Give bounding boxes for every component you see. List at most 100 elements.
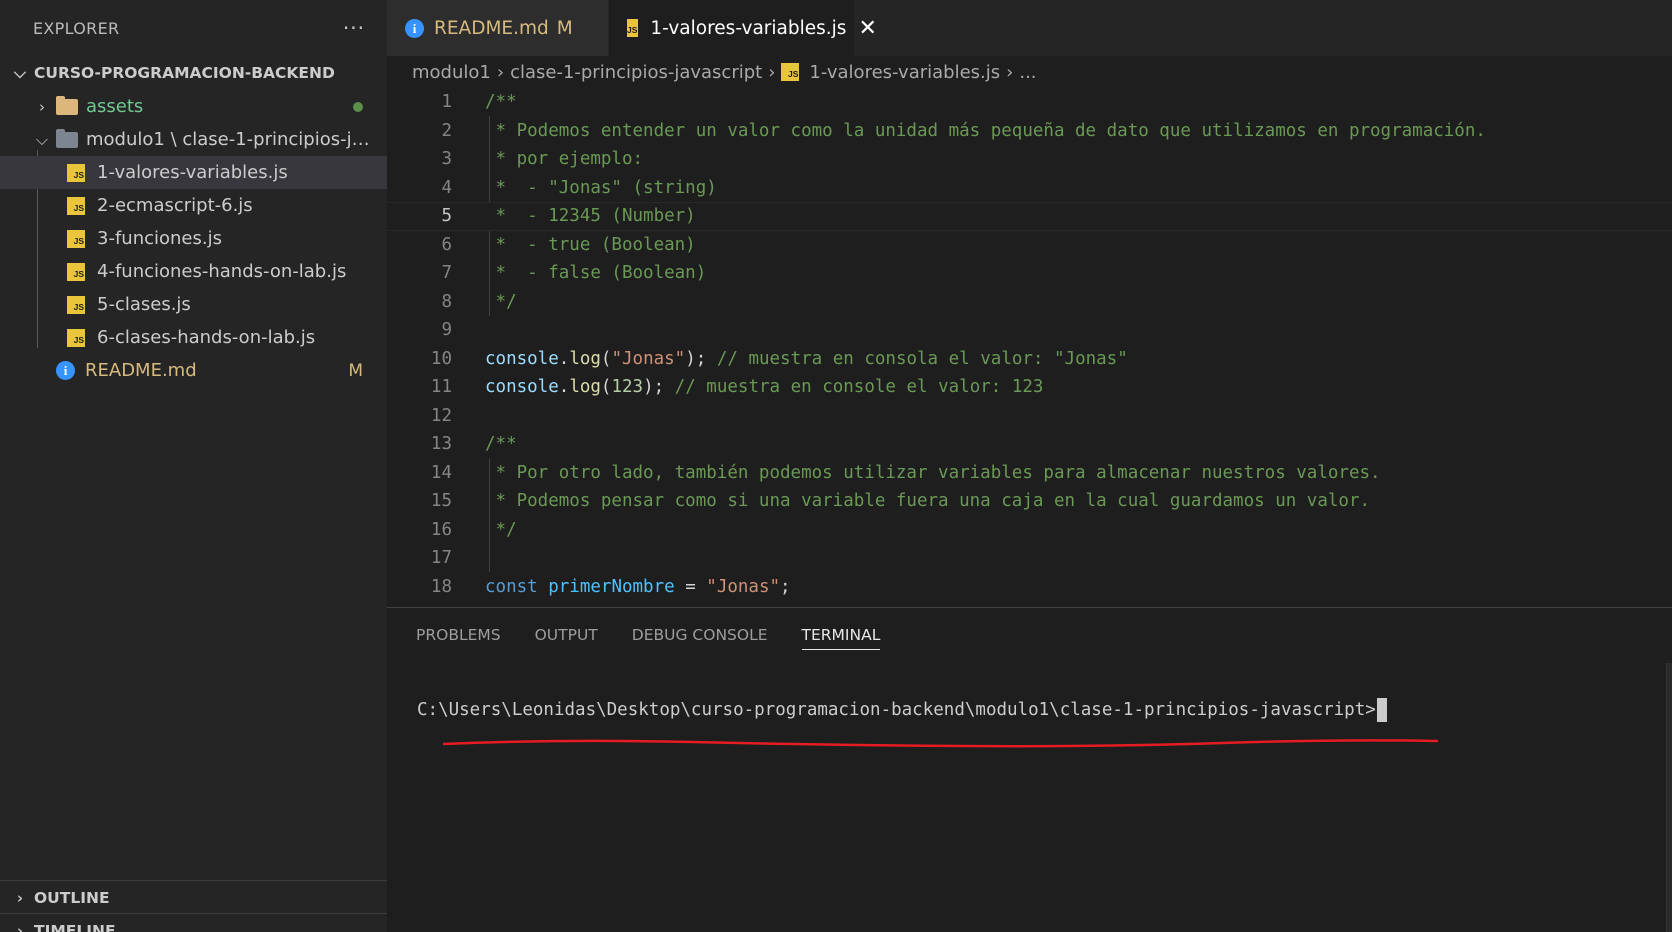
chevron-right-icon: › (16, 888, 24, 907)
timeline-section-header[interactable]: › TIMELINE (0, 913, 387, 932)
code-token: ; (780, 576, 791, 597)
code-line[interactable]: 12 (387, 402, 1672, 431)
code-line[interactable]: 15 * Podemos pensar como si una variable… (387, 487, 1672, 516)
code-text: * Podemos entender un valor como la unid… (485, 121, 1486, 141)
chevron-right-icon: › (768, 61, 776, 83)
code-token: console (485, 377, 559, 398)
code-token: // muestra en consola el valor: "Jonas" (716, 348, 1128, 369)
code-line[interactable]: 16 */ (387, 516, 1672, 545)
terminal[interactable]: C:\Users\Leonidas\Desktop\curso-programa… (387, 662, 1672, 748)
panel-scrollbar[interactable] (1666, 663, 1672, 932)
code-text: const primerNombre = "Jonas"; (485, 577, 791, 597)
code-line[interactable]: 1 /** (387, 88, 1672, 117)
project-name: CURSO-PROGRAMACION-BACKEND (34, 64, 335, 82)
code-line[interactable]: 17 (387, 544, 1672, 573)
code-line[interactable]: 11 console.log(123); // muestra en consol… (387, 373, 1672, 402)
tree-item-label: 4-funciones-hands-on-lab.js (97, 261, 347, 282)
tree-item-file[interactable]: JS 3-funciones.js (0, 222, 387, 255)
line-number: 13 (430, 434, 452, 455)
js-file-icon: JS (67, 328, 85, 347)
editor-tabs: i README.md M JS 1-valores-variables.js … (387, 0, 1672, 56)
code-text: * - 12345 (Number) (485, 206, 696, 226)
code-text: * - true (Boolean) (485, 235, 696, 255)
code-token: "Jonas" (706, 576, 781, 597)
line-number: 14 (430, 462, 452, 483)
code-token: * Por otro lado, también podemos utiliza… (485, 462, 1381, 483)
breadcrumb-item[interactable]: modulo1 (412, 62, 491, 83)
tree-item-label: README.md (85, 360, 197, 381)
code-text: console.log("Jonas"); // muestra en cons… (485, 349, 1128, 369)
code-token: ); (643, 377, 675, 398)
tree-item-file[interactable]: JS 6-clases-hands-on-lab.js (0, 321, 387, 354)
tree-item-label: 2-ecmascript-6.js (97, 195, 253, 216)
panel-tabs: PROBLEMS OUTPUT DEBUG CONSOLE TERMINAL (387, 608, 1672, 662)
line-number: 4 (441, 177, 452, 198)
tab-valores-variables[interactable]: JS 1-valores-variables.js ✕ (609, 0, 877, 56)
chevron-right-icon: › (496, 61, 505, 83)
tab-debug-console[interactable]: DEBUG CONSOLE (632, 608, 768, 662)
code-editor[interactable]: 1 /** 2 * Podemos entender un valor como l… (387, 88, 1672, 601)
code-token: "Jonas" (611, 348, 686, 369)
tab-output[interactable]: OUTPUT (535, 608, 598, 662)
project-section-header[interactable]: ⌵ CURSO-PROGRAMACION-BACKEND (0, 56, 387, 90)
code-line[interactable]: 4 * - "Jonas" (string) (387, 174, 1672, 203)
close-icon[interactable]: ✕ (858, 16, 876, 41)
tree-item-file[interactable]: JS 2-ecmascript-6.js (0, 189, 387, 222)
code-token: * Podemos pensar como si una variable fu… (485, 491, 1371, 512)
code-line[interactable]: 18 const primerNombre = "Jonas"; (387, 573, 1672, 602)
info-icon: i (56, 361, 75, 380)
code-line[interactable]: 9 (387, 316, 1672, 345)
code-line[interactable]: 10 console.log("Jonas"); // muestra en co… (387, 345, 1672, 374)
line-number: 7 (441, 263, 452, 284)
tree-item-label: 3-funciones.js (97, 228, 222, 249)
breadcrumb-item[interactable]: 1-valores-variables.js (809, 62, 1000, 83)
tab-problems[interactable]: PROBLEMS (416, 608, 501, 662)
code-text: * Por otro lado, también podemos utiliza… (485, 463, 1381, 483)
code-line[interactable]: 6 * - true (Boolean) (387, 231, 1672, 260)
line-number: 16 (430, 519, 452, 540)
line-number: 12 (430, 405, 452, 426)
outline-section-header[interactable]: › OUTLINE (0, 880, 387, 914)
code-line[interactable]: 3 * por ejemplo: (387, 145, 1672, 174)
line-number: 1 (441, 92, 452, 113)
code-text: */ (485, 292, 517, 312)
code-token: ( (600, 348, 612, 369)
code-token: * - 12345 (Number) (485, 206, 696, 227)
js-file-icon: JS (627, 19, 639, 37)
line-number: 17 (430, 548, 452, 569)
tree-item-file[interactable]: JS 1-valores-variables.js (0, 156, 387, 189)
code-line[interactable]: 8 */ (387, 288, 1672, 317)
code-token: */ (485, 291, 517, 312)
tree-item-label: 6-clases-hands-on-lab.js (97, 327, 316, 348)
line-number: 9 (441, 320, 452, 341)
js-file-icon: JS (67, 229, 85, 248)
code-line[interactable]: 14 * Por otro lado, también podemos util… (387, 459, 1672, 488)
explorer-title: EXPLORER (33, 18, 120, 38)
line-number: 8 (441, 291, 452, 312)
more-actions-icon[interactable]: ··· (343, 16, 365, 40)
tree-item-readme[interactable]: i README.md M (0, 354, 387, 387)
tree-item-file[interactable]: JS 4-funciones-hands-on-lab.js (0, 255, 387, 288)
line-number: 3 (441, 149, 452, 170)
code-token: ); (685, 348, 717, 369)
tree-item-label: modulo1 \ clase-1-principios-java... (86, 129, 376, 150)
timeline-title: TIMELINE (34, 921, 116, 932)
bottom-panel: PROBLEMS OUTPUT DEBUG CONSOLE TERMINAL C… (387, 607, 1672, 932)
tab-terminal[interactable]: TERMINAL (801, 608, 880, 662)
code-line[interactable]: 5 * - 12345 (Number) (387, 202, 1672, 231)
tree-item-modulo1[interactable]: ⌵ modulo1 \ clase-1-principios-java... (0, 123, 387, 156)
breadcrumb-item[interactable]: ... (1019, 62, 1036, 83)
code-token: log (569, 348, 601, 369)
breadcrumb-item[interactable]: clase-1-principios-javascript (510, 62, 762, 83)
code-token: ( (600, 377, 612, 398)
code-token: * por ejemplo: (485, 149, 644, 170)
code-token: */ (485, 519, 517, 540)
chevron-down-icon: ⌵ (13, 63, 27, 82)
code-line[interactable]: 2 * Podemos entender un valor como la un… (387, 117, 1672, 146)
tree-item-file[interactable]: JS 5-clases.js (0, 288, 387, 321)
tab-readme[interactable]: i README.md M (387, 0, 609, 56)
code-line[interactable]: 13 /** (387, 430, 1672, 459)
code-line[interactable]: 7 * - false (Boolean) (387, 259, 1672, 288)
tree-item-assets[interactable]: › assets (0, 90, 387, 123)
git-status-dot (353, 101, 363, 112)
